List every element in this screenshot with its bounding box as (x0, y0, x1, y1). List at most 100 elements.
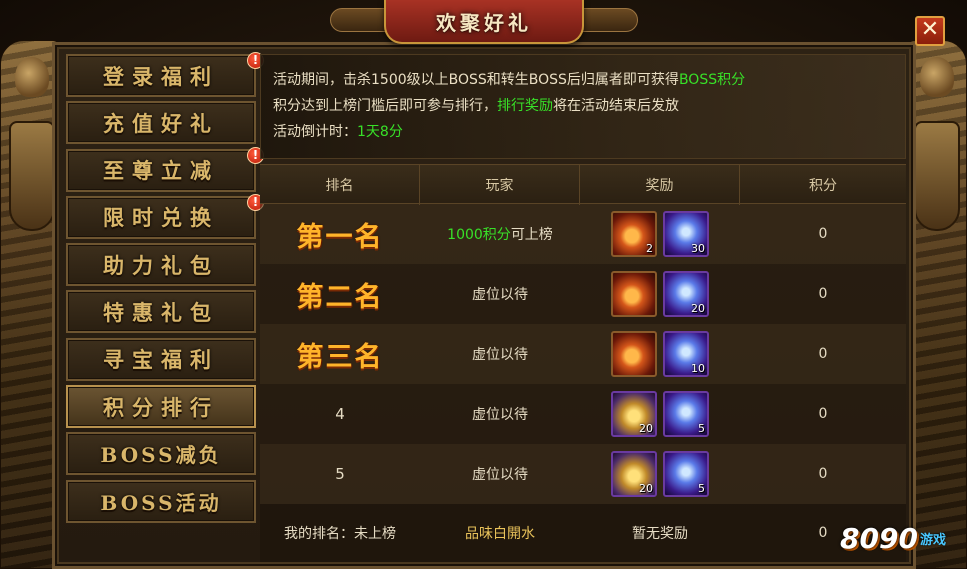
menu-item-1[interactable]: 充值好礼 (66, 101, 256, 145)
menu-item-label: BOSS活动 (100, 490, 222, 515)
statue-head (15, 57, 49, 97)
score-cell: 0 (818, 226, 828, 242)
header-ornament-right (578, 8, 638, 32)
table-header: 排名 玩家 奖励 积分 (260, 164, 906, 205)
crystal-icon[interactable]: 30 (663, 211, 709, 257)
rank-label: 4 (335, 405, 345, 423)
crystal-icon[interactable]: 5 (663, 391, 709, 437)
rank-label: 第一名 (296, 221, 384, 253)
score-cell: 0 (818, 286, 828, 302)
reward-count: 20 (639, 422, 653, 435)
score-cell: 0 (818, 346, 828, 362)
column-header-player: 玩家 (420, 165, 580, 205)
header-ornament-left (330, 8, 390, 32)
player-name: 虚位以待 (472, 287, 528, 303)
reward-count: 5 (698, 422, 705, 435)
reward-cell: 2 30 (580, 204, 740, 264)
page-title: 欢聚好礼 (436, 10, 532, 35)
reward-cell: 20 5 (580, 444, 740, 504)
score-cell: 0 (818, 466, 828, 482)
statue-shield (914, 121, 960, 231)
rank-cell: 4 (260, 384, 420, 444)
column-header-rank: 排名 (260, 165, 420, 205)
reward-count: 20 (691, 302, 705, 315)
my-reward: 暂无奖励 (632, 526, 688, 542)
menu-item-7[interactable]: 积分排行 (66, 385, 256, 429)
column-header-reward: 奖励 (580, 165, 740, 205)
player-cell: 虚位以待 (420, 384, 580, 444)
rank-label: 5 (335, 465, 345, 483)
crystal-icon[interactable]: 20 (663, 271, 709, 317)
menu-item-3[interactable]: 限时兑换! (66, 193, 264, 239)
menu-item-5[interactable]: 特惠礼包 (66, 290, 256, 334)
player-name: 虚位以待 (472, 347, 528, 363)
site-logo: 8090 游戏 (840, 514, 962, 562)
boss-points-highlight: BOSS积分 (678, 72, 746, 88)
reward-cell: 20 5 (580, 384, 740, 444)
player-cell: 虚位以待 (420, 264, 580, 324)
menu-item-label: 寻宝福利 (103, 347, 219, 373)
ranking-table: 排名 玩家 奖励 积分 第一名 1000积分 可上榜 2 30 0 第二名 虚位以待 20 0 第三… (260, 164, 906, 562)
close-button[interactable]: ✕ (915, 16, 945, 46)
menu-item-label: 至尊立减 (103, 158, 219, 184)
menu-item-label: 登录福利 (103, 63, 219, 89)
menu-item-8[interactable]: BOSS减负 (66, 432, 256, 476)
menu-item-0[interactable]: 登录福利! (66, 52, 264, 97)
rank-cell: 5 (260, 444, 420, 504)
player-name: 虚位以待 (472, 407, 528, 423)
logo-number: 8090 (840, 521, 918, 555)
menu-item-label: 充值好礼 (103, 110, 219, 136)
potion-icon[interactable] (611, 331, 657, 377)
table-row: 第三名 虚位以待 10 0 (260, 324, 906, 384)
my-rank-row: 我的排名：未上榜 品味白開水 暂无奖励 0 (260, 504, 906, 562)
menu-item-2[interactable]: 至尊立减! (66, 146, 264, 192)
menu-item-4[interactable]: 助力礼包 (66, 243, 256, 287)
menu-item-label: BOSS减负 (100, 443, 222, 468)
statue-shield (9, 121, 55, 231)
rank-cell: 第二名 (260, 264, 420, 324)
statue-head (920, 57, 954, 97)
menu-item-label: 特惠礼包 (103, 299, 219, 325)
table-row: 5 虚位以待 20 5 0 (260, 444, 906, 504)
info-line-1: 活动期间，击杀1500级以上BOSS和转生BOSS后归属者即可获得BOSS积分 (273, 72, 746, 88)
player-name: 虚位以待 (472, 467, 528, 483)
logo-text: 游戏 (919, 532, 946, 548)
menu-item-label: 限时兑换 (103, 205, 219, 231)
table-row: 第二名 虚位以待 20 0 (260, 264, 906, 324)
reward-cell: 20 (580, 264, 740, 324)
player-name: 可上榜 (510, 227, 553, 243)
rank-cell: 第三名 (260, 324, 420, 384)
potion-icon[interactable]: 2 (611, 211, 657, 257)
reward-count: 20 (639, 482, 653, 495)
chest-icon[interactable]: 20 (611, 391, 657, 437)
column-header-score: 积分 (809, 178, 837, 194)
rank-label: 第三名 (296, 341, 384, 373)
player-cell: 1000积分 可上榜 (420, 204, 580, 264)
table-row: 4 虚位以待 20 5 0 (260, 384, 906, 444)
countdown: 活动倒计时：1天8分 (273, 124, 403, 140)
info-line-2: 积分达到上榜门槛后即可参与排行，排行奖励将在活动结束后发放 (273, 98, 679, 114)
reward-count: 10 (691, 362, 705, 375)
my-rank-label: 我的排名：未上榜 (284, 526, 396, 542)
chest-icon[interactable]: 20 (611, 451, 657, 497)
my-player-name: 品味白開水 (465, 526, 535, 542)
menu-item-6[interactable]: 寻宝福利 (66, 337, 256, 381)
side-menu: 登录福利! 充值好礼至尊立减! 限时兑换! 助力礼包特惠礼包寻宝福利积分排行 BOSS减… (66, 52, 264, 527)
title-banner: 欢聚好礼 (384, 0, 584, 44)
player-cell: 虚位以待 (420, 324, 580, 384)
potion-icon[interactable] (611, 271, 657, 317)
menu-item-label: 助力礼包 (103, 252, 219, 278)
reward-count: 5 (698, 482, 705, 495)
crystal-icon[interactable]: 5 (663, 451, 709, 497)
reward-count: 30 (691, 242, 705, 255)
crystal-icon[interactable]: 10 (663, 331, 709, 377)
countdown-value: 1天8分 (357, 124, 403, 140)
game-window: 欢聚好礼 ✕ 登录福利! 充值好礼 至尊立减! 限时兑换! 助力礼包 特惠礼包 寻宝福利 积分… (0, 0, 967, 569)
activity-info-panel: 活动期间，击杀1500级以上BOSS和转生BOSS后归属者即可获得BOSS积分 … (260, 54, 906, 159)
table-body: 第一名 1000积分 可上榜 2 30 0 第二名 虚位以待 20 0 第三名 虚位以待 10 0 4 虚位以… (260, 204, 906, 504)
rank-reward-link[interactable]: 排行奖励 (497, 98, 553, 114)
menu-item-9[interactable]: BOSS活动 (66, 479, 256, 523)
threshold-highlight: 1000积分 (447, 227, 511, 243)
score-cell: 0 (818, 406, 828, 422)
reward-cell: 10 (580, 324, 740, 384)
